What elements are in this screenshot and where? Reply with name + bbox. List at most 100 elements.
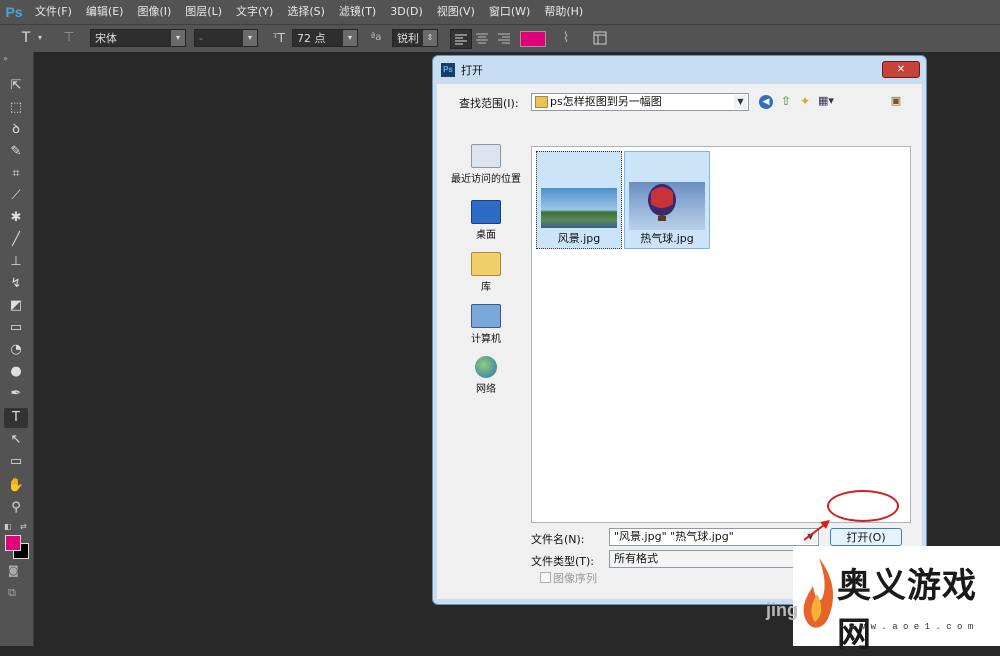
image-sequence-label: 图像序列 — [553, 572, 597, 585]
place-recent-label: 最近访问的位置 — [451, 174, 521, 185]
marquee-tool-icon[interactable]: ⬚ — [4, 98, 28, 118]
panel-icon — [593, 31, 607, 45]
toolbox: » ⇱ ⬚ ꝺ ✎ ⌗ ⟋ ✱ ╱ ⊥ ↯ ◩ ▭ ◔ ● ✒ T ↖ ▭ ✋ … — [0, 52, 34, 646]
font-size-select[interactable]: 72 点 ▾ — [292, 29, 358, 47]
filetype-select[interactable]: 所有格式 ▼ — [609, 550, 819, 568]
menu-item[interactable]: 帮助(H) — [537, 0, 590, 24]
swap-colors-icon[interactable]: ⇄ — [20, 522, 27, 531]
warp-text-icon[interactable]: ⌇ — [556, 29, 576, 47]
place-computer[interactable]: 计算机 — [450, 304, 522, 345]
open-dialog: Ps 打开 ✕ 查找范围(I): ps怎样抠图到另一幅图 ▼ ◀ ⇧ ✦ ▦▾ … — [432, 55, 927, 605]
move-tool-icon[interactable]: ⇱ — [4, 76, 28, 96]
look-in-value: ps怎样抠图到另一幅图 — [550, 95, 662, 108]
brush-tool-icon[interactable]: ╱ — [4, 230, 28, 250]
up-folder-icon[interactable]: ⇧ — [779, 94, 793, 108]
tool-preset-chevron-icon[interactable]: ▾ — [38, 29, 48, 47]
font-family-select[interactable]: 宋体 ▾ — [90, 29, 186, 47]
dialog-title: 打开 — [461, 64, 483, 77]
rectangle-tool-icon[interactable]: ▭ — [4, 452, 28, 472]
dodge-tool-icon[interactable]: ● — [4, 362, 28, 382]
file-list: 风景.jpg 热气球.jpg — [531, 146, 911, 523]
menu-item[interactable]: 图像(I) — [130, 0, 178, 24]
new-folder-icon[interactable]: ✦ — [798, 94, 812, 108]
history-brush-tool-icon[interactable]: ↯ — [4, 274, 28, 294]
balloon-thumbnail — [629, 182, 705, 230]
filename-input[interactable]: "风景.jpg" "热气球.jpg" ▼ — [609, 528, 819, 546]
file-item[interactable]: 热气球.jpg — [624, 151, 710, 249]
clone-stamp-tool-icon[interactable]: ⊥ — [4, 252, 28, 272]
red-arrow-icon — [803, 520, 830, 541]
place-recent[interactable]: 最近访问的位置 — [450, 144, 522, 185]
crop-tool-icon[interactable]: ⌗ — [4, 164, 28, 184]
gradient-tool-icon[interactable]: ▭ — [4, 318, 28, 338]
toggle-text-orientation-icon[interactable]: ⊤ — [58, 29, 80, 47]
hand-tool-icon[interactable]: ✋ — [4, 476, 28, 496]
place-desktop[interactable]: 桌面 — [450, 200, 522, 241]
close-button[interactable]: ✕ — [882, 61, 920, 78]
view-menu-icon[interactable]: ▦▾ — [818, 94, 840, 108]
default-colors-icon[interactable]: ◧ — [4, 522, 12, 531]
font-style-select[interactable]: - ▾ — [194, 29, 258, 47]
anti-alias-icon: ªa — [370, 32, 382, 43]
place-libraries[interactable]: 库 — [450, 252, 522, 293]
anti-alias-select[interactable]: 锐利 ⇕ — [392, 29, 438, 47]
align-right-icon — [498, 33, 510, 44]
menu-item[interactable]: 选择(S) — [280, 0, 332, 24]
eraser-tool-icon[interactable]: ◩ — [4, 296, 28, 316]
open-button[interactable]: 打开(O) — [830, 528, 902, 546]
quick-mask-icon[interactable]: ◙ — [8, 564, 19, 577]
menu-item[interactable]: 3D(D) — [383, 0, 430, 24]
menu-item[interactable]: 文字(Y) — [229, 0, 280, 24]
eyedropper-tool-icon[interactable]: ⟋ — [4, 186, 28, 206]
menu-bar: Ps 文件(F) 编辑(E) 图像(I) 图层(L) 文字(Y) 选择(S) 滤镜(T) 3D… — [0, 0, 1000, 24]
font-size-icon: ᵀT — [273, 31, 285, 45]
character-panel-button[interactable] — [590, 29, 610, 47]
favorites-folder-icon[interactable]: ▣ — [889, 94, 903, 108]
folder-icon — [535, 96, 548, 108]
chevron-down-icon: ▼ — [734, 95, 747, 109]
collapse-panel-icon[interactable]: » — [3, 54, 8, 63]
screen-mode-icon[interactable]: ⧉ — [8, 586, 16, 600]
healing-brush-tool-icon[interactable]: ✱ — [4, 208, 28, 228]
menu-item[interactable]: 滤镜(T) — [332, 0, 383, 24]
menu-item[interactable]: 编辑(E) — [79, 0, 131, 24]
menu-item[interactable]: 视图(V) — [430, 0, 482, 24]
checkbox-icon — [540, 572, 551, 583]
filetype-value: 所有格式 — [614, 552, 658, 565]
zoom-tool-icon[interactable]: ⚲ — [4, 498, 28, 518]
anti-alias-value: 锐利 — [397, 32, 419, 45]
file-item[interactable]: 风景.jpg — [536, 151, 622, 249]
align-right-button[interactable] — [494, 29, 514, 47]
text-color-swatch[interactable] — [520, 31, 546, 47]
highlight-circle — [827, 490, 899, 522]
chevron-down-icon: ▾ — [243, 30, 257, 46]
font-size-value: 72 点 — [297, 32, 326, 45]
watermark: 奥义游戏网 w w w . a o e 1 . c o m — [793, 546, 1000, 655]
place-network[interactable]: 网络 — [450, 356, 522, 395]
align-center-button[interactable] — [472, 29, 492, 47]
filename-label: 文件名(N): — [531, 533, 585, 546]
filename-value: "风景.jpg" "热气球.jpg" — [614, 530, 734, 543]
photoshop-logo: Ps — [5, 4, 23, 20]
computer-icon — [471, 304, 501, 328]
quick-select-tool-icon[interactable]: ✎ — [4, 142, 28, 162]
chevron-down-icon: ▾ — [343, 30, 357, 46]
back-icon[interactable]: ◀ — [759, 95, 773, 109]
lasso-tool-icon[interactable]: ꝺ — [4, 120, 28, 140]
align-left-button[interactable] — [450, 29, 472, 49]
image-sequence-checkbox[interactable]: 图像序列 — [540, 570, 597, 586]
menu-item[interactable]: 文件(F) — [28, 0, 79, 24]
watermark-title: 奥义游戏网 — [837, 566, 977, 655]
type-tool-icon[interactable]: T — [4, 408, 28, 428]
type-tool-icon[interactable]: T — [14, 29, 38, 47]
menu-item[interactable]: 窗口(W) — [482, 0, 537, 24]
path-select-tool-icon[interactable]: ↖ — [4, 430, 28, 450]
menu-item[interactable]: 图层(L) — [178, 0, 229, 24]
foreground-color-swatch[interactable] — [5, 535, 21, 551]
look-in-select[interactable]: ps怎样抠图到另一幅图 ▼ — [531, 93, 749, 111]
place-libraries-label: 库 — [481, 282, 491, 293]
pen-tool-icon[interactable]: ✒ — [4, 384, 28, 404]
dialog-body: 查找范围(I): ps怎样抠图到另一幅图 ▼ ◀ ⇧ ✦ ▦▾ ▣ 最近访问的位… — [437, 84, 922, 599]
file-name: 风景.jpg — [557, 232, 601, 245]
blur-tool-icon[interactable]: ◔ — [4, 340, 28, 360]
